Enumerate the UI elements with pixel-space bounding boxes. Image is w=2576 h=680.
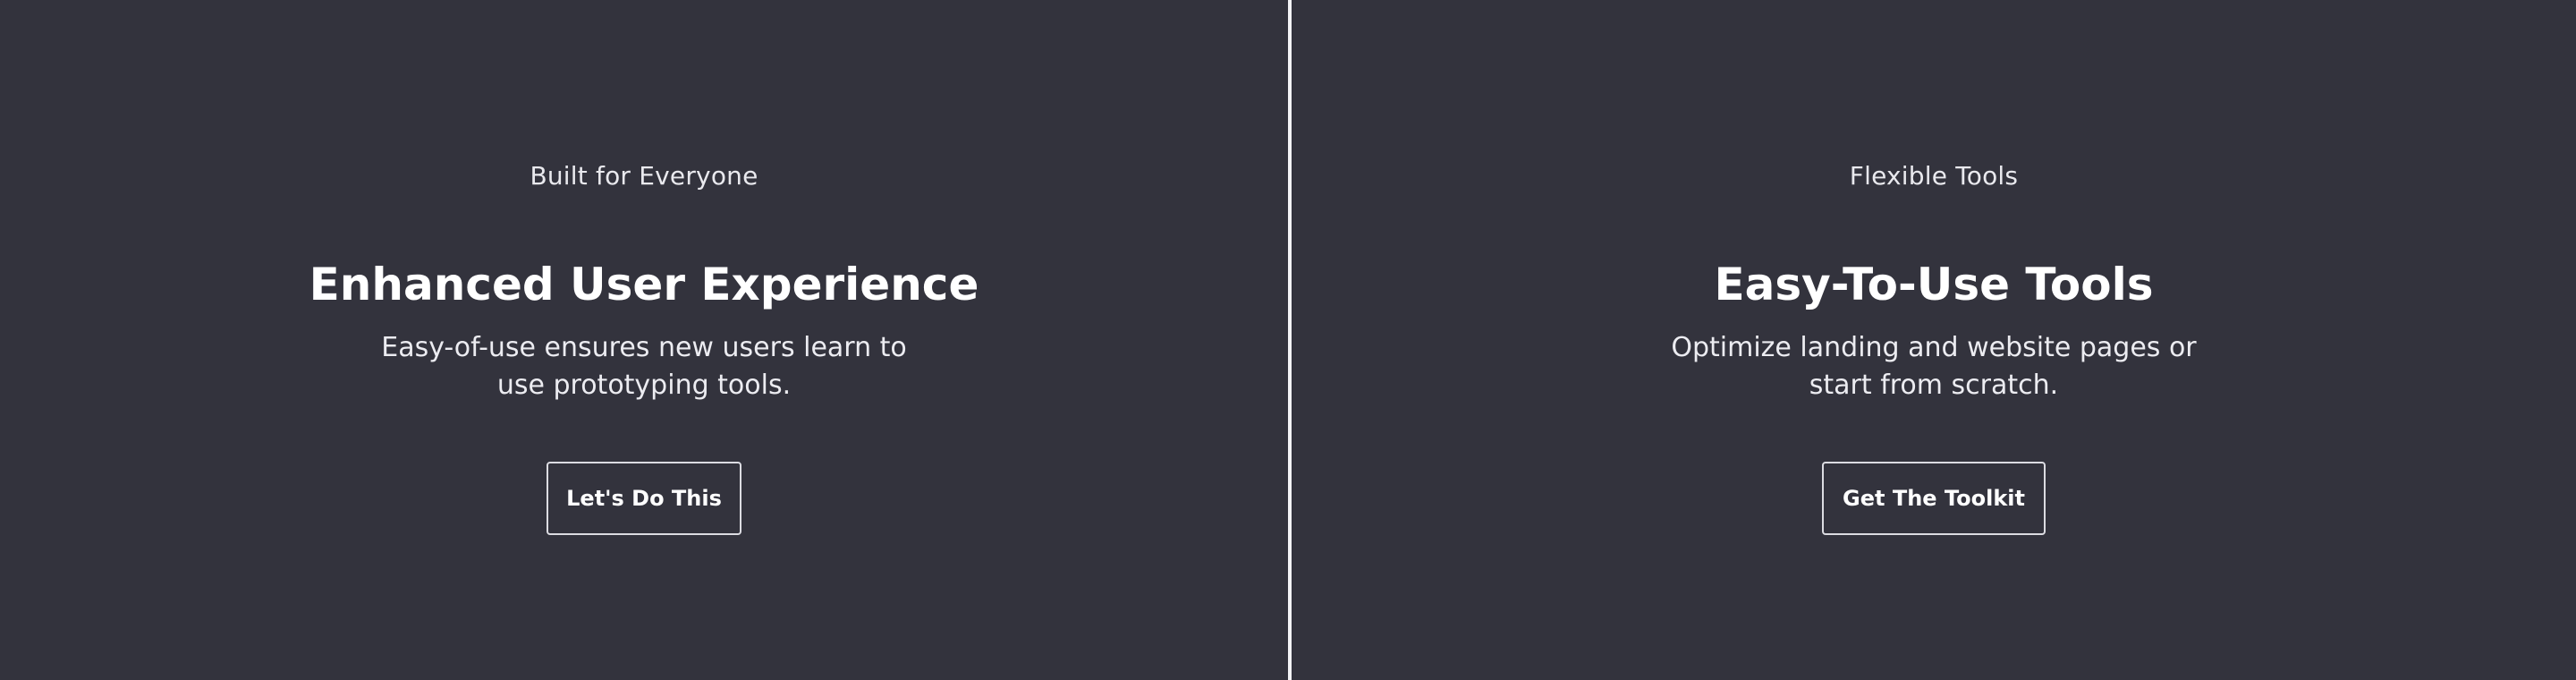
heading-easy-to-use-tools: Easy-To-Use Tools xyxy=(1714,259,2154,310)
feature-panel-right: Flexible Tools Easy-To-Use Tools Optimiz… xyxy=(1292,0,2576,680)
description-left: Easy-of-use ensures new users learn to u… xyxy=(381,332,907,401)
lets-do-this-button[interactable]: Let's Do This xyxy=(547,462,741,535)
feature-panel-left: Built for Everyone Enhanced User Experie… xyxy=(0,0,1288,680)
split-feature-section: Built for Everyone Enhanced User Experie… xyxy=(0,0,2576,680)
eyebrow-flexible-tools: Flexible Tools xyxy=(1849,161,2019,191)
get-the-toolkit-button[interactable]: Get The Toolkit xyxy=(1822,462,2046,535)
eyebrow-built-for-everyone: Built for Everyone xyxy=(530,161,758,191)
heading-enhanced-user-experience: Enhanced User Experience xyxy=(309,259,979,310)
description-right: Optimize landing and website pages or st… xyxy=(1671,332,2197,401)
